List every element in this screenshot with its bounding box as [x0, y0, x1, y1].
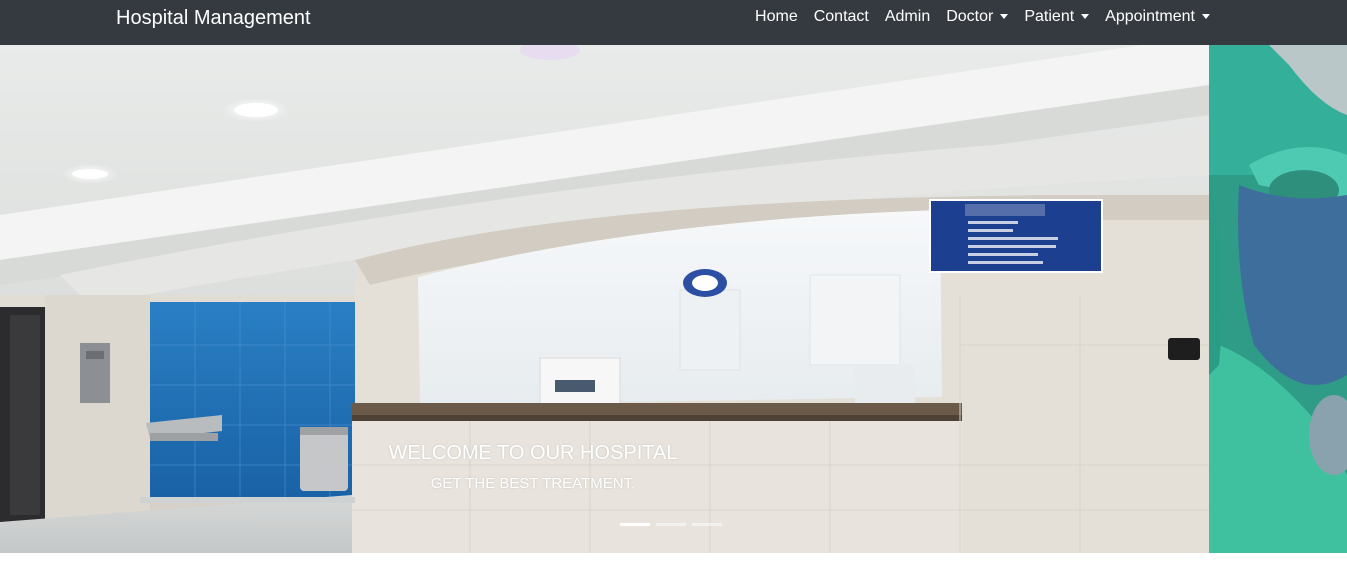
- carousel-indicator-2[interactable]: [656, 523, 686, 526]
- nav-doctor-dropdown[interactable]: Doctor: [938, 8, 1016, 26]
- caret-down-icon: [1000, 13, 1009, 19]
- nav-admin-link[interactable]: Admin: [877, 8, 938, 26]
- nav-doctor-label: Doctor: [946, 8, 994, 25]
- hero-carousel[interactable]: WELCOME TO OUR HOSPITAL GET THE BEST TRE…: [0, 45, 1347, 553]
- nav-menu: Home Contact Admin Doctor Patient Appoin…: [747, 0, 1218, 34]
- caret-down-icon: [1081, 13, 1090, 19]
- navbar: Hospital Management Home Contact Admin D…: [0, 0, 1347, 45]
- nav-home-link[interactable]: Home: [747, 8, 806, 26]
- caption-subtitle: GET THE BEST TREATMENT.: [430, 475, 636, 492]
- caption-title: WELCOME TO OUR HOSPITAL: [388, 442, 678, 464]
- carousel-indicators: [620, 523, 722, 526]
- nav-appointment-label: Appointment: [1105, 8, 1195, 25]
- surgeon-image: [1209, 45, 1347, 553]
- nav-appointment-dropdown[interactable]: Appointment: [1097, 8, 1218, 26]
- caret-down-icon: [1202, 13, 1210, 19]
- nav-patient-label: Patient: [1024, 8, 1075, 25]
- brand-link[interactable]: Hospital Management: [116, 6, 311, 30]
- nav-patient-dropdown[interactable]: Patient: [1016, 8, 1097, 26]
- nav-contact-link[interactable]: Contact: [806, 8, 877, 26]
- carousel-caption: WELCOME TO OUR HOSPITAL GET THE BEST TRE…: [0, 441, 1066, 494]
- carousel-slide-surgery: [1209, 45, 1347, 553]
- carousel-indicator-1[interactable]: [620, 523, 650, 526]
- carousel-indicator-3[interactable]: [692, 523, 722, 526]
